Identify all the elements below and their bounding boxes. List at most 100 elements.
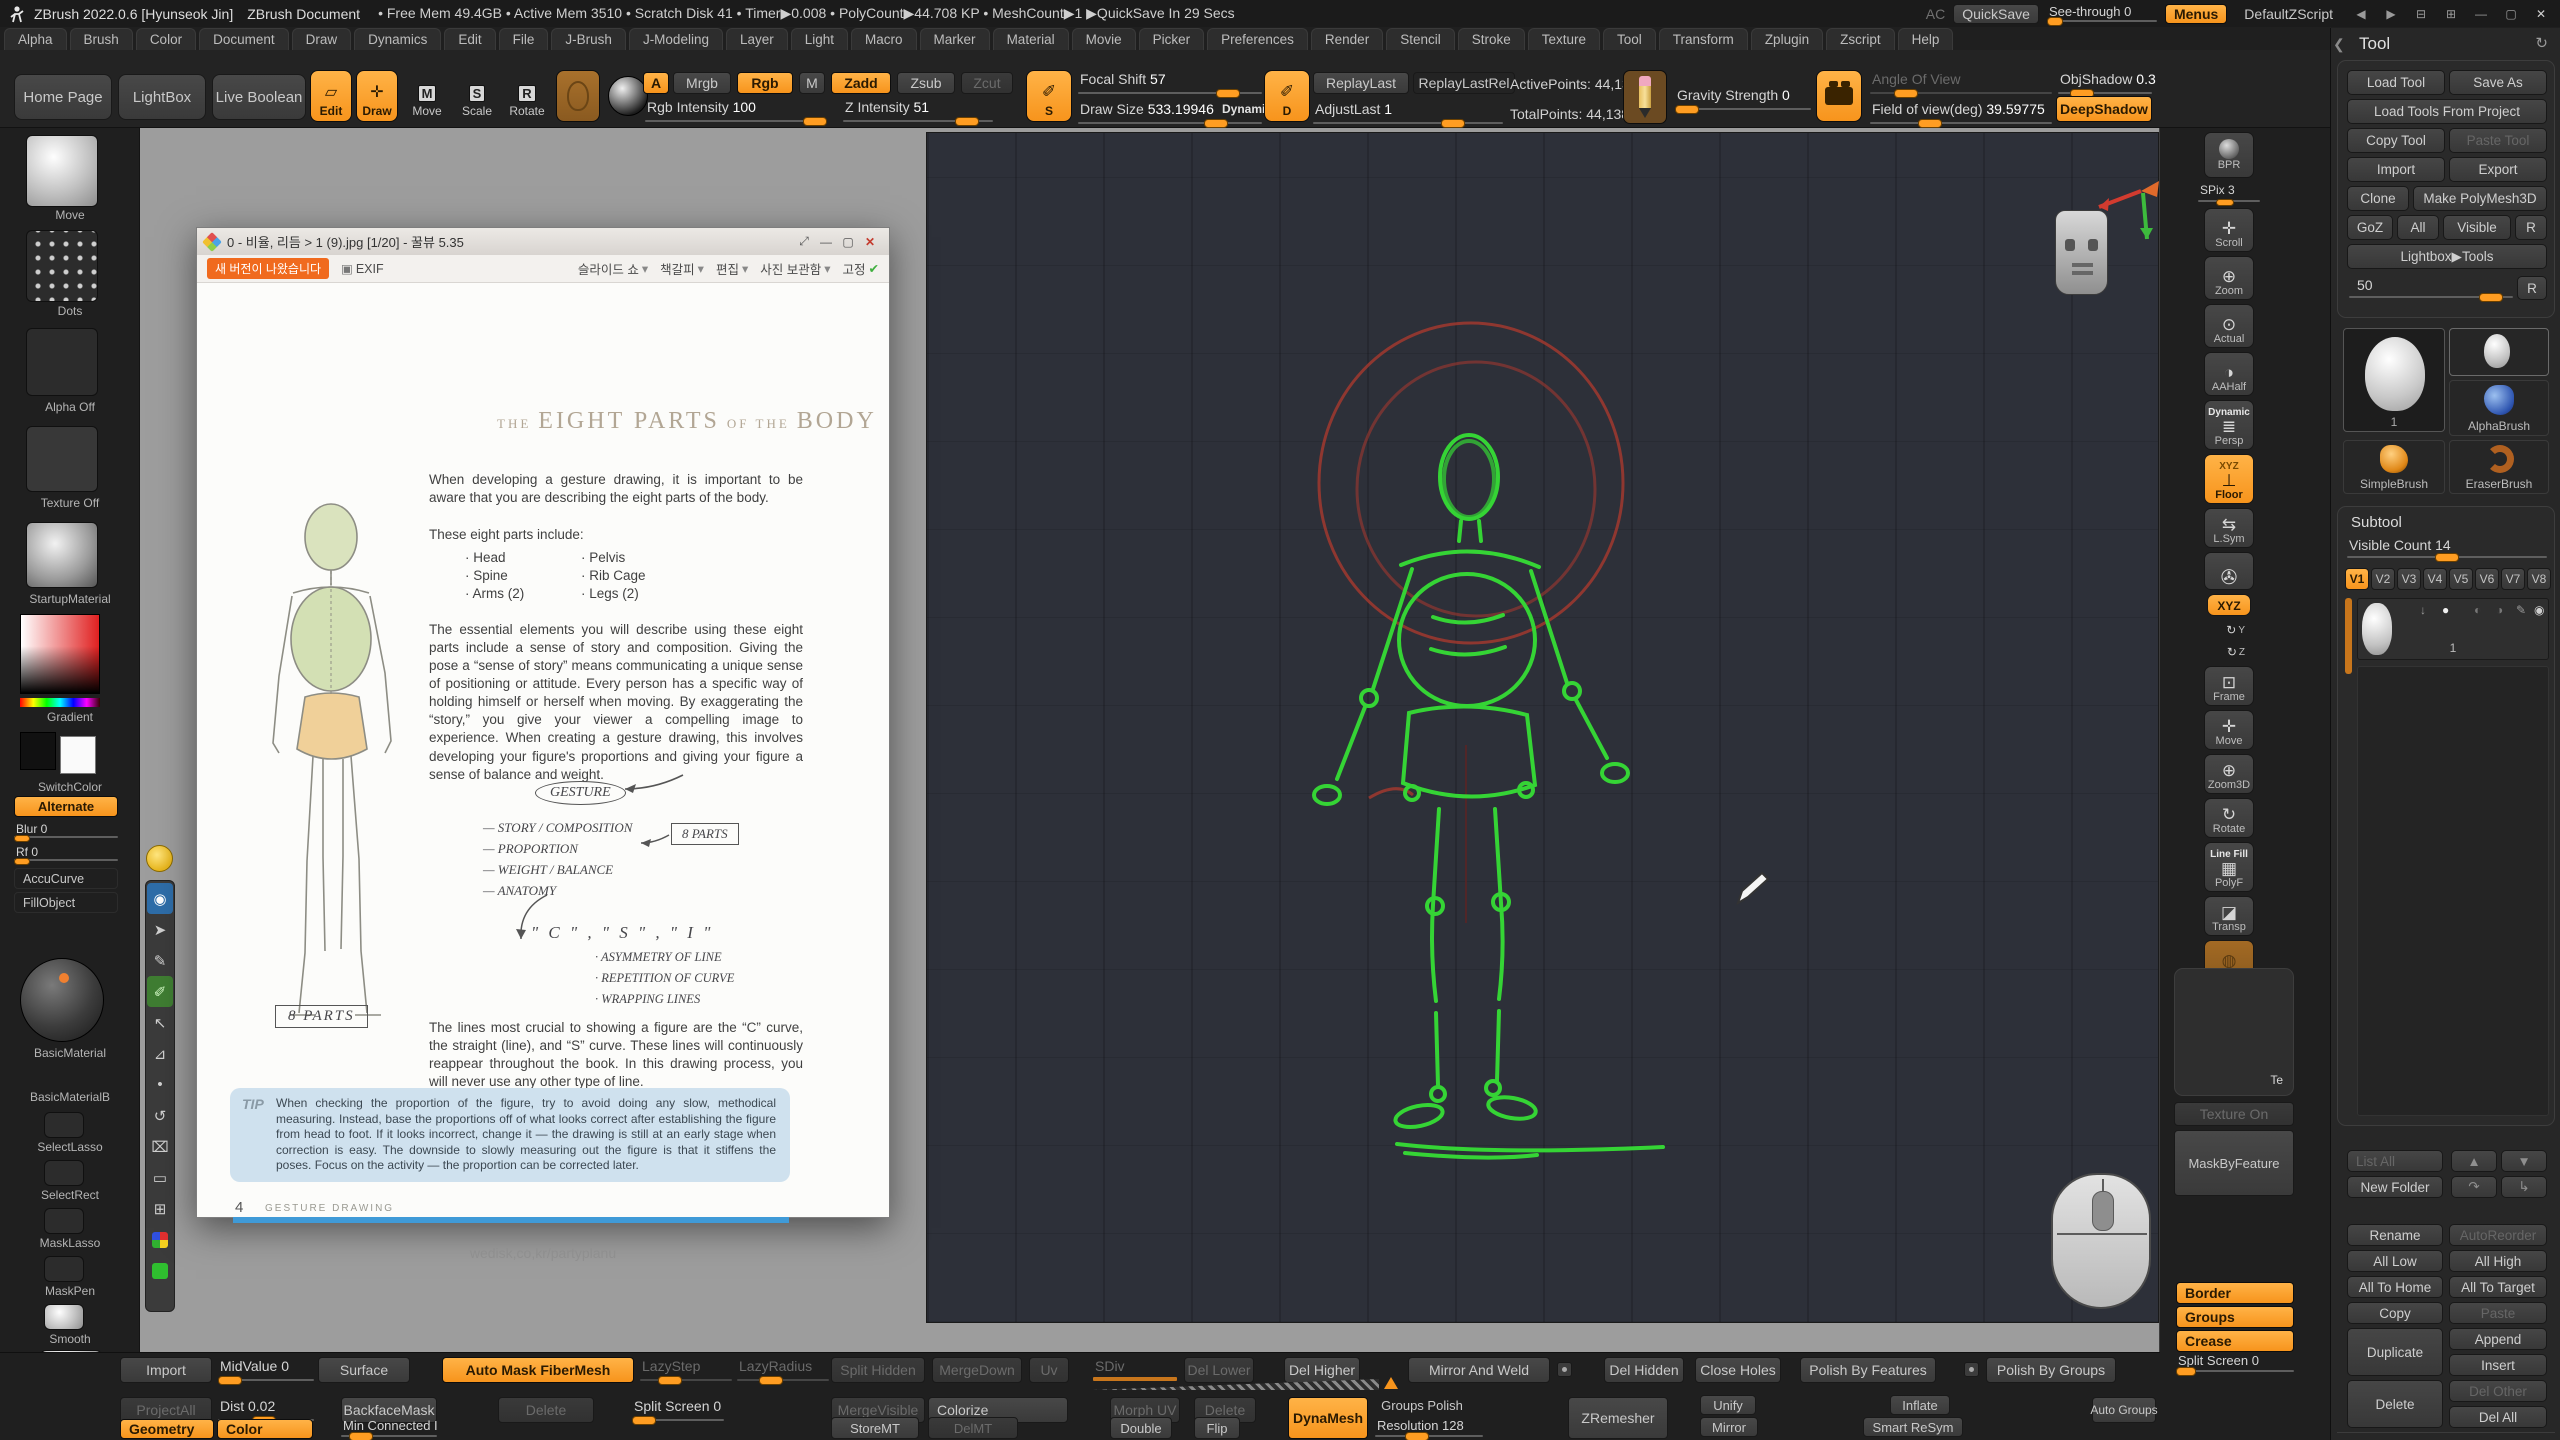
paste-subtool-button[interactable]: Paste bbox=[2449, 1302, 2547, 1324]
rgb-intensity-slider[interactable]: Rgb Intensity 100 bbox=[645, 98, 827, 124]
mirror-weld-axis-toggle[interactable] bbox=[1557, 1362, 1572, 1377]
tool-slider-r-button[interactable]: R bbox=[2517, 276, 2547, 300]
lazyradius-slider[interactable]: LazyRadius bbox=[737, 1357, 829, 1383]
subtool-item[interactable]: ↓ ● ◐ ◑ ✎ ◉ 1 bbox=[2357, 598, 2549, 660]
color-picker-hue[interactable] bbox=[20, 698, 100, 707]
menu-item[interactable]: Document bbox=[199, 28, 289, 50]
current-brush-preview[interactable] bbox=[556, 70, 600, 122]
geometry-button[interactable]: Geometry bbox=[120, 1419, 214, 1439]
zoom3d-button[interactable]: ⊕Zoom3D bbox=[2204, 754, 2254, 794]
subtool-half-icon[interactable]: ◑ bbox=[2496, 603, 2503, 617]
angle-of-view-handle[interactable] bbox=[1894, 89, 1918, 98]
transp-button[interactable]: ◪Transp bbox=[2204, 896, 2254, 936]
mirror-button[interactable]: Mirror bbox=[1700, 1417, 1758, 1437]
blur-handle[interactable] bbox=[14, 835, 30, 842]
see-through-slider[interactable]: See-through 0 bbox=[2047, 4, 2157, 24]
menu-item[interactable]: Transform bbox=[1659, 28, 1748, 50]
double-button[interactable]: Double bbox=[1110, 1417, 1172, 1439]
menu-item[interactable]: Brush bbox=[70, 28, 133, 50]
split-screen-handle[interactable] bbox=[2176, 1367, 2196, 1376]
rf-handle[interactable] bbox=[14, 858, 30, 865]
del-other-button[interactable]: Del Other bbox=[2449, 1380, 2547, 1402]
annotation-palette-icon[interactable] bbox=[147, 1224, 173, 1255]
update-badge[interactable]: 새 버전이 나왔습니다 bbox=[207, 258, 329, 279]
menu-item[interactable]: Texture bbox=[1528, 28, 1600, 50]
goz-button[interactable]: GoZ bbox=[2347, 215, 2393, 240]
mask-pen-thumb[interactable] bbox=[44, 1256, 84, 1282]
resolution-handle[interactable] bbox=[1405, 1432, 1429, 1440]
divider-right-icon[interactable]: ▶ bbox=[2380, 7, 2402, 21]
subtool-eye-icon[interactable]: ◉ bbox=[2534, 603, 2544, 617]
append-button[interactable]: Append bbox=[2449, 1328, 2547, 1350]
focal-shift-slider[interactable]: Focal Shift 57 bbox=[1078, 70, 1262, 96]
min-connected-slider[interactable]: Min Connected I bbox=[341, 1417, 437, 1439]
list-all-button[interactable]: List All bbox=[2347, 1150, 2443, 1172]
tile-icon[interactable]: ⊞ bbox=[2440, 7, 2462, 21]
spix-handle[interactable] bbox=[2216, 199, 2234, 206]
subtool-version-tab[interactable]: V7 bbox=[2501, 568, 2525, 590]
annotation-marker-icon[interactable]: ✐ bbox=[147, 976, 173, 1007]
stroke-dots-thumb[interactable] bbox=[26, 230, 98, 302]
simplebrush-thumb[interactable]: SimpleBrush bbox=[2343, 440, 2445, 494]
delete-layer-button[interactable]: Delete bbox=[498, 1397, 594, 1423]
menu-item[interactable]: Marker bbox=[920, 28, 990, 50]
gravity-handle[interactable] bbox=[1675, 105, 1699, 114]
menu-item[interactable]: Preferences bbox=[1207, 28, 1308, 50]
lazystep-slider[interactable]: LazyStep bbox=[640, 1357, 732, 1383]
menu-item[interactable]: Zscript bbox=[1826, 28, 1895, 50]
lazyradius-handle[interactable] bbox=[759, 1376, 783, 1385]
menu-item[interactable]: Draw bbox=[292, 28, 352, 50]
menu-item[interactable]: Dynamics bbox=[354, 28, 441, 50]
mrgb-button[interactable]: Mrgb bbox=[673, 72, 731, 94]
draw-button[interactable]: ✛ Draw bbox=[356, 70, 398, 122]
min-connected-handle[interactable] bbox=[349, 1432, 373, 1440]
auto-groups-button[interactable]: Auto Groups bbox=[2092, 1397, 2156, 1423]
annotation-dot-icon[interactable]: • bbox=[147, 1069, 173, 1100]
annotation-undo-icon[interactable]: ↺ bbox=[147, 1100, 173, 1131]
export-button[interactable]: Export bbox=[2449, 157, 2547, 182]
menu-item[interactable]: Edit bbox=[444, 28, 495, 50]
z-rotate-button[interactable]: ↻Z bbox=[2212, 642, 2246, 662]
resolution-slider[interactable]: Resolution 128 bbox=[1375, 1417, 1483, 1439]
clone-button[interactable]: Clone bbox=[2347, 186, 2409, 211]
adjust-last-handle[interactable] bbox=[1441, 119, 1465, 128]
menu-item[interactable]: Color bbox=[136, 28, 196, 50]
bookmark-menu[interactable]: 책갈피▾ bbox=[660, 259, 704, 278]
fov-slider[interactable]: Field of view(deg) 39.59775 bbox=[1870, 100, 2052, 126]
switch-color-black[interactable] bbox=[20, 732, 56, 770]
objshadow-slider[interactable]: ObjShadow 0.3 bbox=[2058, 70, 2152, 96]
zsub-button[interactable]: Zsub bbox=[897, 72, 955, 94]
sdiv-slider[interactable]: SDiv bbox=[1093, 1357, 1177, 1383]
scroll-button[interactable]: ✛Scroll bbox=[2204, 208, 2254, 252]
viewer-titlebar[interactable]: 0 - 비율, 리듬 > 1 (9).jpg [1/20] - 꿀뷰 5.35 … bbox=[197, 228, 889, 255]
menu-item[interactable]: Light bbox=[791, 28, 848, 50]
storemt-button[interactable]: StoreMT bbox=[831, 1417, 919, 1439]
replay-last-rel-button[interactable]: ReplayLastRel bbox=[1413, 72, 1515, 94]
subtool-down-button[interactable]: ▼ bbox=[2501, 1150, 2547, 1172]
visible-count-handle[interactable] bbox=[2435, 553, 2459, 562]
select-rect-thumb[interactable] bbox=[44, 1160, 84, 1186]
move-button[interactable]: M Move bbox=[404, 70, 450, 122]
tool-quicksave-slider[interactable]: 50 bbox=[2349, 276, 2513, 300]
move-into-folder-button[interactable]: ↳ bbox=[2501, 1176, 2547, 1198]
split-hidden-button[interactable]: Split Hidden bbox=[831, 1357, 925, 1383]
camera-head-widget[interactable] bbox=[2055, 210, 2108, 295]
del-all-button[interactable]: Del All bbox=[2449, 1406, 2547, 1428]
switch-color-white[interactable] bbox=[60, 736, 96, 774]
groups-button[interactable]: Groups bbox=[2176, 1306, 2294, 1328]
subtool-version-tab[interactable]: V8 bbox=[2527, 568, 2551, 590]
draw-size-handle[interactable] bbox=[1204, 119, 1228, 128]
menu-item[interactable]: Zplugin bbox=[1751, 28, 1823, 50]
fov-handle[interactable] bbox=[1918, 119, 1942, 128]
zadd-button[interactable]: Zadd bbox=[831, 72, 891, 94]
home-page-button[interactable]: Home Page bbox=[14, 74, 112, 120]
menu-item[interactable]: J-Brush bbox=[551, 28, 626, 50]
minimize-button[interactable]: — bbox=[2470, 7, 2492, 21]
lazystep-handle[interactable] bbox=[658, 1376, 682, 1385]
aahalf-button[interactable]: ◑AAHalf bbox=[2204, 352, 2254, 396]
camera-view-button[interactable] bbox=[1816, 70, 1862, 122]
unify-button[interactable]: Unify bbox=[1700, 1395, 1756, 1415]
move-out-folder-button[interactable]: ↷ bbox=[2451, 1176, 2497, 1198]
rgb-intensity-handle[interactable] bbox=[803, 117, 827, 126]
annotation-arrow-icon[interactable]: ↖ bbox=[147, 1007, 173, 1038]
